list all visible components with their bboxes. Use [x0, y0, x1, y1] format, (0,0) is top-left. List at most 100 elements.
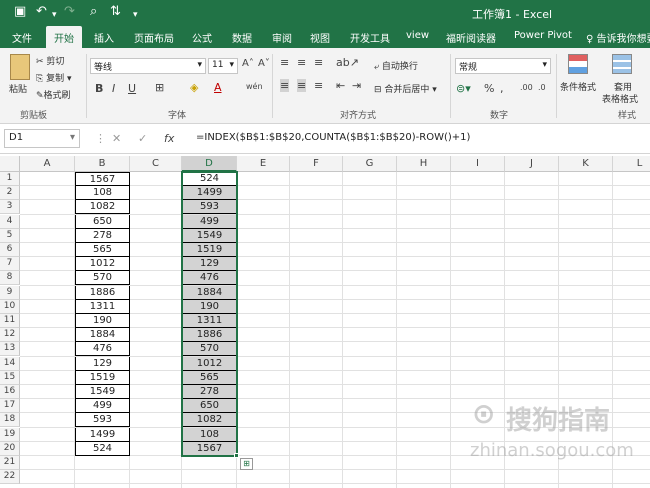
row-header[interactable]: 3: [0, 200, 20, 215]
decrease-indent-icon[interactable]: ⇤: [336, 79, 345, 92]
row-header[interactable]: 1: [0, 172, 20, 186]
row-header[interactable]: 21: [0, 456, 20, 470]
print-preview-icon[interactable]: ⌕: [90, 4, 97, 20]
column-header-b[interactable]: B: [75, 156, 130, 172]
quick-analysis-icon[interactable]: ⊞: [240, 458, 253, 470]
row-header[interactable]: 15: [0, 370, 20, 385]
tab-view[interactable]: 视图: [310, 30, 330, 45]
number-format-select[interactable]: 常规 ▾: [455, 58, 551, 74]
table-format-icon[interactable]: [612, 54, 632, 74]
cell-d8[interactable]: 476: [182, 271, 237, 286]
orientation-icon[interactable]: ab↗: [336, 56, 359, 69]
undo-dropdown-icon[interactable]: ▾: [52, 7, 57, 23]
row-header[interactable]: 18: [0, 413, 20, 428]
column-header-e[interactable]: E: [237, 156, 290, 172]
row-header[interactable]: 11: [0, 314, 20, 328]
cell-b8[interactable]: 570: [75, 271, 130, 286]
cell-b18[interactable]: 593: [75, 413, 130, 428]
row-header[interactable]: 12: [0, 328, 20, 343]
save-icon[interactable]: ▣: [14, 4, 26, 20]
cell-d14[interactable]: 1012: [182, 356, 237, 371]
align-top-icon[interactable]: ≡: [280, 56, 289, 69]
align-left-icon[interactable]: ≡: [280, 79, 290, 92]
align-center-icon[interactable]: ≡: [297, 79, 307, 92]
cell-b9[interactable]: 1886: [75, 285, 130, 300]
bold-icon[interactable]: B: [95, 82, 103, 95]
tell-me-search[interactable]: ♀ 告诉我你想要: [586, 30, 650, 45]
name-box[interactable]: D1 ▾: [4, 129, 80, 148]
cell-b10[interactable]: 1311: [75, 299, 130, 314]
font-size-select[interactable]: 11 ▾: [208, 58, 238, 74]
fill-color-icon[interactable]: ◈: [190, 81, 198, 94]
cell-d13[interactable]: 570: [182, 342, 237, 357]
row-header[interactable]: 8: [0, 271, 20, 286]
row-header[interactable]: 19: [0, 427, 20, 442]
cell-d7[interactable]: 129: [182, 257, 237, 272]
cell-d10[interactable]: 190: [182, 299, 237, 314]
increase-indent-icon[interactable]: ⇥: [352, 79, 361, 92]
row-header[interactable]: 2: [0, 186, 20, 201]
row-header[interactable]: 7: [0, 257, 20, 272]
cell-d20[interactable]: 1567: [182, 441, 237, 456]
tab-review[interactable]: 审阅: [272, 30, 292, 45]
column-header-l[interactable]: L: [613, 156, 650, 172]
cell-b6[interactable]: 565: [75, 243, 130, 257]
percent-icon[interactable]: %: [484, 82, 494, 95]
tab-page-layout[interactable]: 页面布局: [134, 30, 174, 45]
row-header[interactable]: 9: [0, 285, 20, 300]
cell-b1[interactable]: 1567: [75, 172, 130, 186]
cell-d18[interactable]: 1082: [182, 413, 237, 428]
cell-d4[interactable]: 499: [182, 214, 237, 229]
comma-icon[interactable]: ,: [500, 82, 504, 95]
underline-icon[interactable]: U: [128, 82, 136, 95]
font-name-select[interactable]: 等线 ▾: [90, 58, 206, 74]
cell-b12[interactable]: 1884: [75, 328, 130, 343]
column-header-d[interactable]: D: [182, 156, 237, 172]
italic-icon[interactable]: I: [112, 82, 115, 95]
cell-d16[interactable]: 278: [182, 385, 237, 399]
fill-handle[interactable]: [234, 453, 239, 458]
column-header-h[interactable]: H: [397, 156, 451, 172]
cell-b5[interactable]: 278: [75, 228, 130, 243]
row-header[interactable]: 13: [0, 342, 20, 357]
row-header[interactable]: 5: [0, 228, 20, 243]
tab-home[interactable]: 开始: [46, 26, 82, 48]
cell-d9[interactable]: 1884: [182, 285, 237, 300]
cancel-icon[interactable]: ✕: [112, 132, 121, 145]
tab-developer[interactable]: 开发工具: [350, 30, 390, 45]
tab-data[interactable]: 数据: [232, 30, 252, 45]
paste-button[interactable]: 粘贴: [9, 82, 27, 95]
cell-d15[interactable]: 565: [182, 370, 237, 385]
column-header-k[interactable]: K: [559, 156, 613, 172]
align-right-icon[interactable]: ≡: [314, 79, 323, 92]
cell-d5[interactable]: 1549: [182, 228, 237, 243]
tab-insert[interactable]: 插入: [94, 30, 114, 45]
row-header[interactable]: 6: [0, 243, 20, 257]
tab-foxit[interactable]: 福昕阅读器: [446, 30, 496, 45]
align-bottom-icon[interactable]: ≡: [314, 56, 323, 69]
paste-icon[interactable]: [10, 54, 30, 80]
align-middle-icon[interactable]: ≡: [297, 56, 306, 69]
border-icon[interactable]: ⊞: [155, 81, 164, 94]
sort-icon[interactable]: ⇅: [110, 4, 121, 20]
undo-icon[interactable]: ↶: [36, 4, 47, 20]
cell-b20[interactable]: 524: [75, 441, 130, 456]
conditional-format-button[interactable]: 条件格式: [560, 80, 596, 93]
cell-d12[interactable]: 1886: [182, 328, 237, 343]
row-header[interactable]: 14: [0, 356, 20, 371]
cell-b11[interactable]: 190: [75, 314, 130, 328]
cell-b7[interactable]: 1012: [75, 257, 130, 272]
column-header-j[interactable]: J: [505, 156, 559, 172]
wrap-text-button[interactable]: ⤶ 自动换行: [374, 59, 418, 72]
cell-d6[interactable]: 1519: [182, 243, 237, 257]
cut-button[interactable]: ✂ 剪切: [36, 54, 64, 67]
decrease-decimal-icon[interactable]: .0: [538, 83, 546, 92]
cell-d11[interactable]: 1311: [182, 314, 237, 328]
cell-b17[interactable]: 499: [75, 399, 130, 414]
column-header-c[interactable]: C: [130, 156, 182, 172]
tab-view-en[interactable]: view: [406, 30, 429, 41]
tab-formulas[interactable]: 公式: [192, 30, 212, 45]
conditional-format-icon[interactable]: [568, 54, 588, 74]
cell-d3[interactable]: 593: [182, 200, 237, 215]
column-header-f[interactable]: F: [290, 156, 343, 172]
